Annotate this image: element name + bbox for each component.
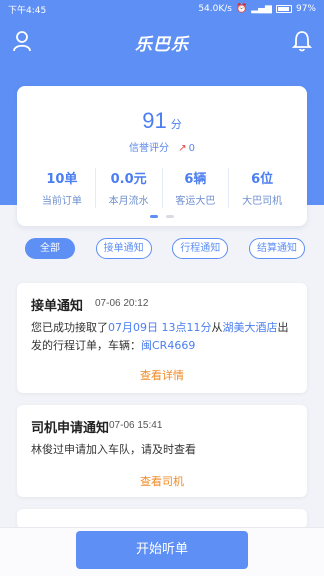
network-speed: 54.0K/s [198,4,232,14]
notification-card: 司机申请通知 07-06 15:41 林俊过申请加入车队，请及时查看 查看司机 [17,405,307,497]
view-details-link[interactable]: 查看详情 [17,367,307,383]
app-header: 乐巴乐 [0,22,324,62]
notification-card: 接单通知 07-06 20:12 您已成功接取了07月09日 13点11分从湖美… [17,283,307,393]
filter-trip-notice[interactable]: 行程通知 [172,238,229,259]
stat-buses[interactable]: 6辆 客运大巴 [161,168,229,208]
notification-time: 07-06 20:12 [95,298,149,309]
notification-body: 您已成功接取了07月09日 13点11分从湖美大酒店出发的行程订单，车辆：闽CR… [31,319,299,355]
trip-date: 07月09日 13点11分 [108,321,212,334]
vehicle-plate: 闽CR4669 [141,339,196,352]
page-dot-active [150,215,158,218]
start-listening-button[interactable]: 开始听单 [76,531,248,569]
status-indicators: 54.0K/s ⏰ ▂▄▆ 97% [198,4,316,14]
battery-level: 97% [295,4,316,14]
body-text: 您已成功接取了 [31,321,108,334]
filter-tabs: 全部 接单通知 行程通知 结算通知 [25,238,305,259]
page-indicator [17,215,307,218]
notification-title: 司机申请通知 [31,421,110,436]
stats-row: 10单 当前订单 0.0元 本月流水 6辆 客运大巴 6位 大巴司机 [29,168,295,208]
stat-label: 大巴司机 [242,196,283,207]
notification-body: 林俊过申请加入车队，请及时查看 [31,443,196,456]
score-value: 91 [142,108,167,133]
score-trend: 0 [188,143,195,154]
notification-time: 07-06 15:41 [109,420,163,431]
stat-value: 10单 [46,172,78,187]
alarm-icon: ⏰ [236,4,248,14]
trip-origin: 湖美大酒店 [222,321,278,334]
stat-current-orders[interactable]: 10单 当前订单 [29,168,95,208]
score-label-row: 信誉评分 ↗ 0 [17,139,307,154]
battery-icon [275,5,292,13]
notification-card-partial [17,509,307,529]
score-label: 信誉评分 [129,143,170,154]
stat-value: 6辆 [184,172,207,187]
bell-icon[interactable] [292,30,312,52]
signal-icon: ▂▄▆ [251,4,272,14]
score-unit: 分 [170,119,182,131]
app-logo: 乐巴乐 [135,35,189,55]
stat-label: 客运大巴 [175,196,216,207]
score-card[interactable]: 91 分 信誉评分 ↗ 0 10单 当前订单 0.0元 本月流水 6辆 客运大巴 6… [17,86,307,226]
stat-label: 本月流水 [108,196,149,207]
stat-monthly-revenue[interactable]: 0.0元 本月流水 [94,168,162,208]
view-driver-link[interactable]: 查看司机 [17,473,307,489]
notification-title: 接单通知 [31,299,84,314]
stat-value: 0.0元 [110,172,147,187]
filter-order-notice[interactable]: 接单通知 [95,238,152,259]
stat-drivers[interactable]: 6位 大巴司机 [228,168,295,208]
status-bar: 下午4:45 54.0K/s ⏰ ▂▄▆ 97% [0,0,324,18]
page-dot [166,215,174,218]
stat-value: 6位 [251,172,274,187]
body-text: 从 [211,321,223,334]
filter-settlement-notice[interactable]: 结算通知 [248,238,305,259]
credit-score: 91 分 [17,108,307,134]
status-time: 下午4:45 [8,5,47,16]
filter-all[interactable]: 全部 [25,238,75,259]
trend-icon: ↗ [178,143,187,154]
stat-label: 当前订单 [41,196,82,207]
